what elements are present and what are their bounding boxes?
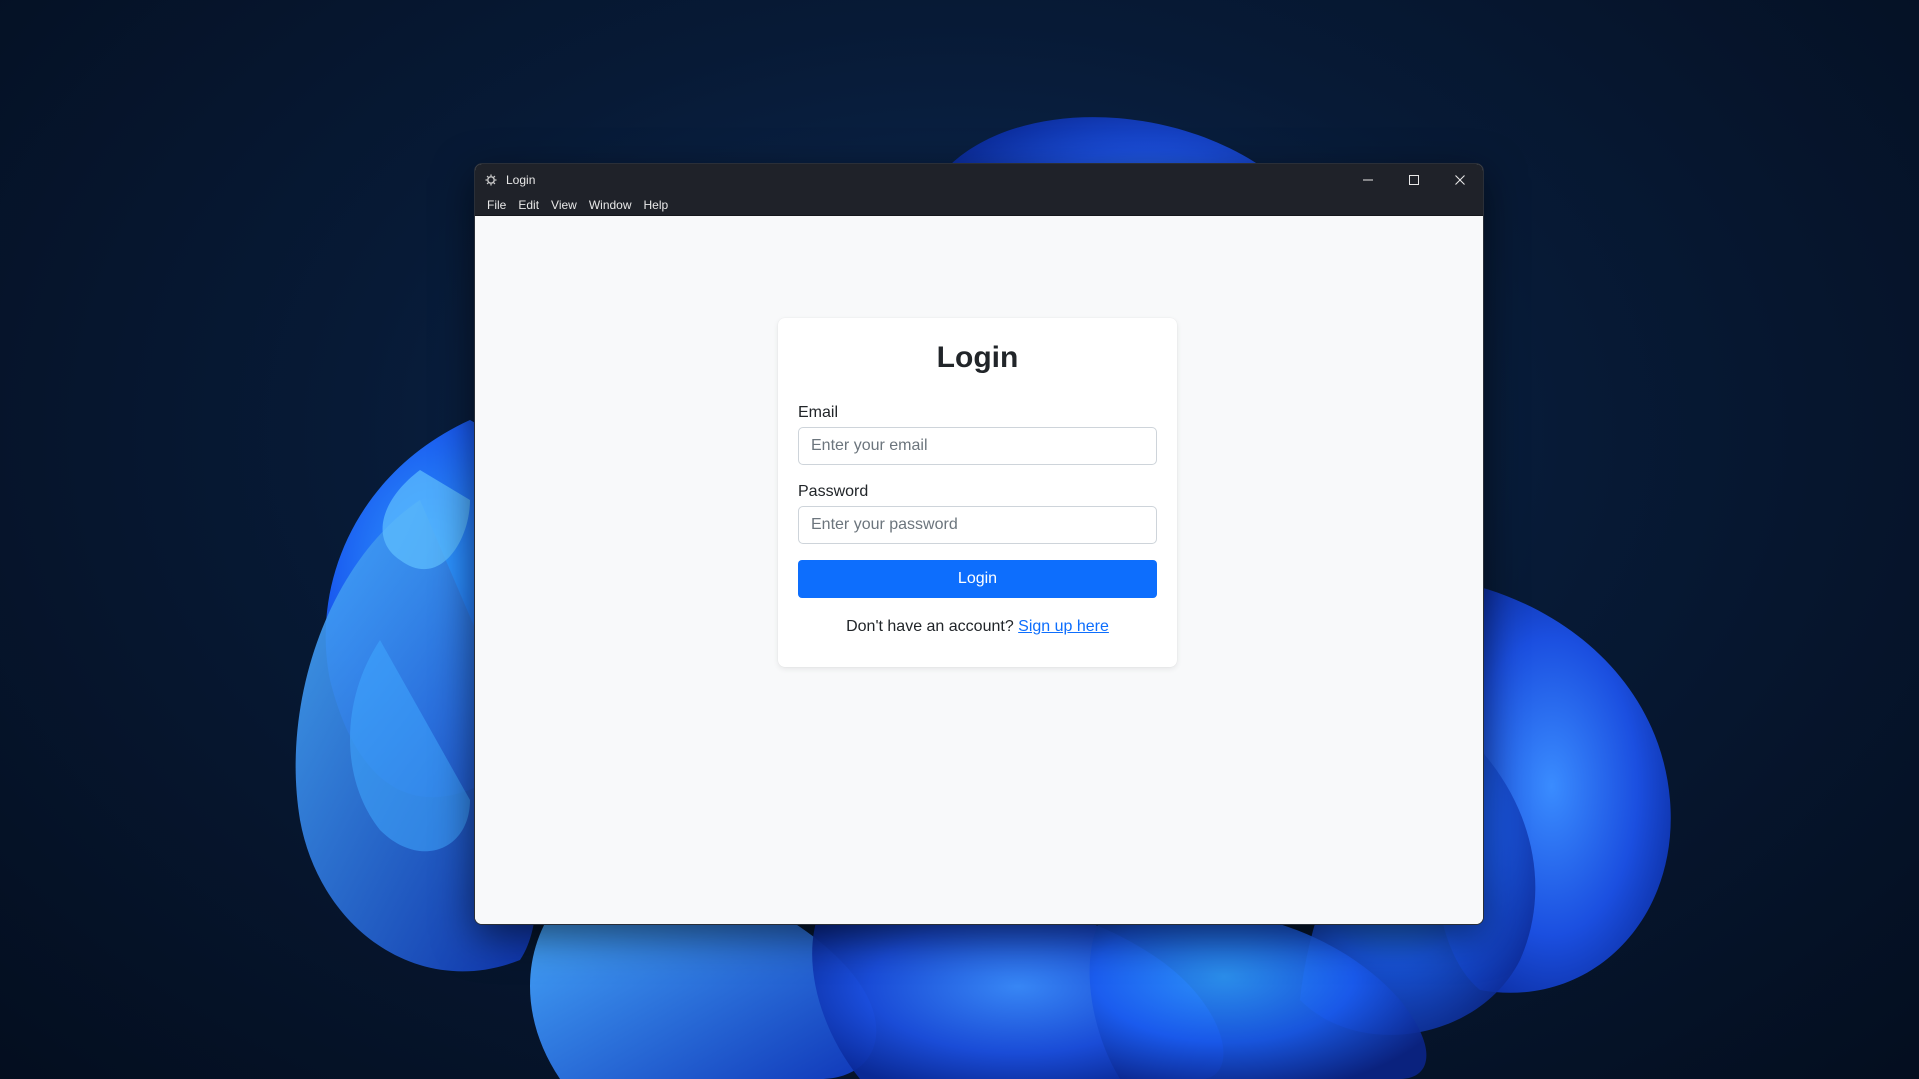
maximize-button[interactable] [1391, 164, 1437, 195]
menu-window[interactable]: Window [583, 195, 638, 215]
desktop: Login File Edit View Window Help Login E… [0, 0, 1919, 1079]
minimize-button[interactable] [1345, 164, 1391, 195]
login-card: Login Email Password Login Don't have an… [778, 318, 1177, 667]
maximize-icon [1409, 174, 1419, 185]
menu-view[interactable]: View [545, 195, 583, 215]
minimize-icon [1363, 179, 1373, 180]
password-label: Password [798, 483, 869, 500]
menu-file[interactable]: File [481, 195, 512, 215]
login-heading: Login [936, 341, 1019, 374]
email-label: Email [798, 404, 839, 421]
menu-help[interactable]: Help [638, 195, 675, 215]
close-button[interactable] [1437, 164, 1483, 195]
gear-icon [484, 173, 498, 187]
window-content: Login Email Password Login Don't have an… [475, 216, 1483, 924]
signup-prompt: Don't have an account? [846, 618, 1014, 635]
password-field[interactable] [798, 506, 1157, 544]
menu-bar: File Edit View Window Help [475, 195, 1483, 216]
close-icon [1455, 174, 1465, 185]
signup-row: Don't have an account? Sign up here [798, 618, 1157, 636]
window-title: Login [506, 172, 536, 187]
menu-edit[interactable]: Edit [512, 195, 545, 215]
login-window: Login File Edit View Window Help Login E… [474, 163, 1484, 925]
title-bar[interactable]: Login [475, 164, 1483, 195]
signup-link[interactable]: Sign up here [1018, 618, 1109, 635]
login-button[interactable]: Login [798, 560, 1157, 598]
email-field[interactable] [798, 427, 1157, 465]
